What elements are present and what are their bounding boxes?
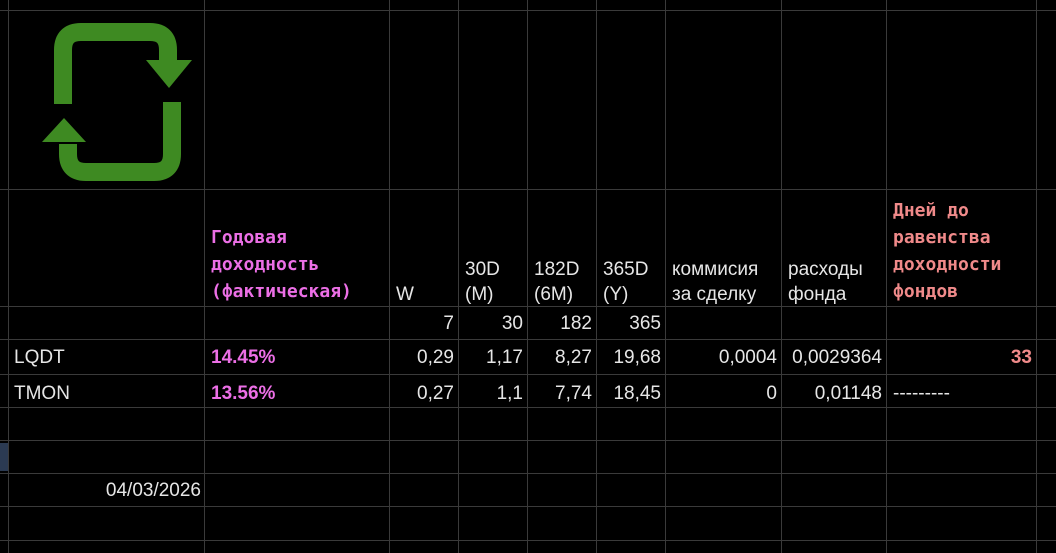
row-annual-yield: 13.56% bbox=[211, 383, 276, 404]
period-30d: 30 bbox=[501, 313, 523, 334]
row-fund-expenses: 0,0029364 bbox=[792, 347, 882, 368]
header-365d: 365D (Y) bbox=[603, 259, 649, 305]
row-30d: 1,1 bbox=[496, 383, 523, 404]
spreadsheet-grid: Годовая доходность (фактическая) W 30D (… bbox=[0, 0, 1056, 553]
period-w: 7 bbox=[443, 313, 454, 334]
row-selection-marker bbox=[0, 443, 8, 471]
header-182d: 182D (6M) bbox=[534, 259, 580, 305]
row-fund-expenses: 0,01148 bbox=[814, 383, 882, 404]
row-365d: 19,68 bbox=[613, 347, 661, 368]
date-cell: 04/03/2026 bbox=[105, 480, 201, 501]
row-182d: 8,27 bbox=[555, 347, 592, 368]
period-365d: 365 bbox=[629, 313, 661, 334]
row-30d: 1,17 bbox=[486, 347, 523, 368]
row-w: 0,29 bbox=[417, 347, 454, 368]
row-ticker: TMON bbox=[14, 383, 70, 404]
header-days-to-parity: Дней до равенства доходности фондов bbox=[893, 200, 1002, 302]
row-days-to-parity: 33 bbox=[1010, 347, 1032, 368]
header-commission: коммисия за сделку bbox=[672, 259, 759, 305]
header-w: W bbox=[396, 284, 414, 305]
header-30d: 30D (M) bbox=[465, 259, 500, 305]
header-annual-yield: Годовая доходность (фактическая) bbox=[211, 227, 352, 302]
row-365d: 18,45 bbox=[613, 383, 661, 404]
row-days-to-parity: --------- bbox=[893, 383, 950, 404]
row-182d: 7,74 bbox=[555, 383, 592, 404]
row-w: 0,27 bbox=[417, 383, 454, 404]
row-annual-yield: 14.45% bbox=[211, 347, 276, 368]
row-ticker: LQDT bbox=[14, 347, 65, 368]
row-commission: 0 bbox=[766, 383, 777, 404]
header-fund-expenses: расходы фонда bbox=[788, 259, 863, 305]
period-182d: 182 bbox=[560, 313, 592, 334]
refresh-cycle-icon bbox=[42, 23, 192, 181]
row-commission: 0,0004 bbox=[718, 347, 777, 368]
